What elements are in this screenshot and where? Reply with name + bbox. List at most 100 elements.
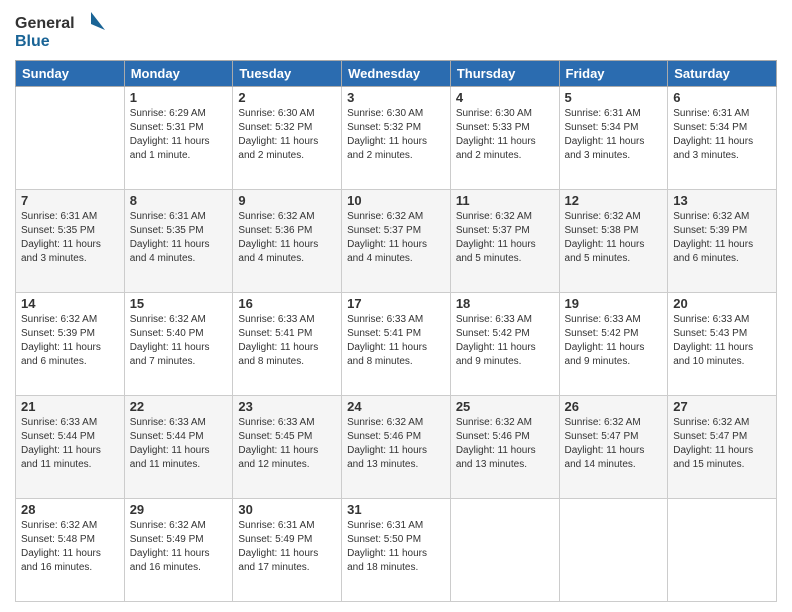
calendar-cell: 21 Sunrise: 6:33 AM Sunset: 5:44 PM Dayli… xyxy=(16,396,125,499)
cell-info: Sunrise: 6:33 AM Sunset: 5:44 PM Dayligh… xyxy=(21,416,119,472)
calendar-cell: 16 Sunrise: 6:33 AM Sunset: 5:41 PM Dayli… xyxy=(233,293,342,396)
svg-text:Blue: Blue xyxy=(15,33,50,50)
day-number: 27 xyxy=(673,399,771,414)
week-row-4: 21 Sunrise: 6:33 AM Sunset: 5:44 PM Dayli… xyxy=(16,396,777,499)
calendar-header-row: SundayMondayTuesdayWednesdayThursdayFrid… xyxy=(16,61,777,87)
calendar-cell: 7 Sunrise: 6:31 AM Sunset: 5:35 PM Daylig… xyxy=(16,190,125,293)
calendar-cell: 19 Sunrise: 6:33 AM Sunset: 5:42 PM Dayli… xyxy=(559,293,668,396)
cell-info: Sunrise: 6:31 AM Sunset: 5:35 PM Dayligh… xyxy=(130,210,228,266)
cell-info: Sunrise: 6:32 AM Sunset: 5:49 PM Dayligh… xyxy=(130,519,228,575)
calendar-cell: 4 Sunrise: 6:30 AM Sunset: 5:33 PM Daylig… xyxy=(450,87,559,190)
day-header-saturday: Saturday xyxy=(668,61,777,87)
calendar-cell: 25Sunrise: 6:32 AM Sunset: 5:46 PM Dayli… xyxy=(450,396,559,499)
calendar-cell: 6 Sunrise: 6:31 AM Sunset: 5:34 PM Daylig… xyxy=(668,87,777,190)
cell-info: Sunrise: 6:33 AM Sunset: 5:44 PM Dayligh… xyxy=(130,416,228,472)
cell-info: Sunrise: 6:31 AM Sunset: 5:34 PM Dayligh… xyxy=(673,107,771,163)
day-number: 26 xyxy=(565,399,663,414)
calendar-cell: 26Sunrise: 6:32 AM Sunset: 5:47 PM Dayli… xyxy=(559,396,668,499)
calendar-cell: 8 Sunrise: 6:31 AM Sunset: 5:35 PM Daylig… xyxy=(124,190,233,293)
calendar-cell: 10Sunrise: 6:32 AM Sunset: 5:37 PM Dayli… xyxy=(342,190,451,293)
calendar-cell: 12 Sunrise: 6:32 AM Sunset: 5:38 PM Dayli… xyxy=(559,190,668,293)
cell-info: Sunrise: 6:32 AM Sunset: 5:46 PM Dayligh… xyxy=(347,416,445,472)
logo: General Blue xyxy=(15,10,105,52)
day-number: 5 xyxy=(565,90,663,105)
cell-info: Sunrise: 6:33 AM Sunset: 5:42 PM Dayligh… xyxy=(565,313,663,369)
calendar-cell xyxy=(450,499,559,602)
week-row-2: 7 Sunrise: 6:31 AM Sunset: 5:35 PM Daylig… xyxy=(16,190,777,293)
day-number: 15 xyxy=(130,296,228,311)
day-header-sunday: Sunday xyxy=(16,61,125,87)
calendar-cell: 23 Sunrise: 6:33 AM Sunset: 5:45 PM Dayli… xyxy=(233,396,342,499)
cell-info: Sunrise: 6:33 AM Sunset: 5:45 PM Dayligh… xyxy=(238,416,336,472)
day-number: 22 xyxy=(130,399,228,414)
cell-info: Sunrise: 6:33 AM Sunset: 5:41 PM Dayligh… xyxy=(238,313,336,369)
day-header-thursday: Thursday xyxy=(450,61,559,87)
calendar-cell: 2 Sunrise: 6:30 AM Sunset: 5:32 PM Daylig… xyxy=(233,87,342,190)
cell-info: Sunrise: 6:30 AM Sunset: 5:33 PM Dayligh… xyxy=(456,107,554,163)
calendar-cell: 30 Sunrise: 6:31 AM Sunset: 5:49 PM Dayli… xyxy=(233,499,342,602)
calendar-cell: 14 Sunrise: 6:32 AM Sunset: 5:39 PM Dayli… xyxy=(16,293,125,396)
cell-info: Sunrise: 6:30 AM Sunset: 5:32 PM Dayligh… xyxy=(347,107,445,163)
cell-info: Sunrise: 6:31 AM Sunset: 5:34 PM Dayligh… xyxy=(565,107,663,163)
cell-info: Sunrise: 6:32 AM Sunset: 5:39 PM Dayligh… xyxy=(673,210,771,266)
cell-info: Sunrise: 6:33 AM Sunset: 5:42 PM Dayligh… xyxy=(456,313,554,369)
page: General Blue SundayMondayTuesdayWednesda… xyxy=(0,0,792,612)
day-number: 4 xyxy=(456,90,554,105)
cell-info: Sunrise: 6:32 AM Sunset: 5:36 PM Dayligh… xyxy=(238,210,336,266)
day-number: 13 xyxy=(673,193,771,208)
header: General Blue xyxy=(15,10,777,52)
calendar-cell: 27 Sunrise: 6:32 AM Sunset: 5:47 PM Dayli… xyxy=(668,396,777,499)
cell-info: Sunrise: 6:32 AM Sunset: 5:40 PM Dayligh… xyxy=(130,313,228,369)
cell-info: Sunrise: 6:32 AM Sunset: 5:47 PM Dayligh… xyxy=(673,416,771,472)
day-number: 25 xyxy=(456,399,554,414)
calendar-cell xyxy=(668,499,777,602)
day-number: 29 xyxy=(130,502,228,517)
calendar-cell: 29 Sunrise: 6:32 AM Sunset: 5:49 PM Dayli… xyxy=(124,499,233,602)
cell-info: Sunrise: 6:32 AM Sunset: 5:37 PM Dayligh… xyxy=(456,210,554,266)
day-number: 7 xyxy=(21,193,119,208)
day-header-friday: Friday xyxy=(559,61,668,87)
cell-info: Sunrise: 6:33 AM Sunset: 5:41 PM Dayligh… xyxy=(347,313,445,369)
week-row-5: 28Sunrise: 6:32 AM Sunset: 5:48 PM Dayli… xyxy=(16,499,777,602)
day-number: 12 xyxy=(565,193,663,208)
week-row-1: 1 Sunrise: 6:29 AM Sunset: 5:31 PM Daylig… xyxy=(16,87,777,190)
day-header-tuesday: Tuesday xyxy=(233,61,342,87)
calendar-cell: 31Sunrise: 6:31 AM Sunset: 5:50 PM Dayli… xyxy=(342,499,451,602)
calendar-cell xyxy=(559,499,668,602)
calendar-cell: 15 Sunrise: 6:32 AM Sunset: 5:40 PM Dayli… xyxy=(124,293,233,396)
day-number: 24 xyxy=(347,399,445,414)
cell-info: Sunrise: 6:30 AM Sunset: 5:32 PM Dayligh… xyxy=(238,107,336,163)
day-number: 14 xyxy=(21,296,119,311)
calendar-cell: 9Sunrise: 6:32 AM Sunset: 5:36 PM Daylig… xyxy=(233,190,342,293)
day-number: 17 xyxy=(347,296,445,311)
day-number: 19 xyxy=(565,296,663,311)
day-number: 2 xyxy=(238,90,336,105)
calendar-cell: 11 Sunrise: 6:32 AM Sunset: 5:37 PM Dayli… xyxy=(450,190,559,293)
calendar-cell: 28Sunrise: 6:32 AM Sunset: 5:48 PM Dayli… xyxy=(16,499,125,602)
cell-info: Sunrise: 6:32 AM Sunset: 5:38 PM Dayligh… xyxy=(565,210,663,266)
calendar-cell: 22 Sunrise: 6:33 AM Sunset: 5:44 PM Dayli… xyxy=(124,396,233,499)
day-number: 8 xyxy=(130,193,228,208)
calendar-table: SundayMondayTuesdayWednesdayThursdayFrid… xyxy=(15,60,777,602)
day-number: 21 xyxy=(21,399,119,414)
cell-info: Sunrise: 6:31 AM Sunset: 5:49 PM Dayligh… xyxy=(238,519,336,575)
day-header-monday: Monday xyxy=(124,61,233,87)
cell-info: Sunrise: 6:33 AM Sunset: 5:43 PM Dayligh… xyxy=(673,313,771,369)
logo-svg: General Blue xyxy=(15,10,105,52)
cell-info: Sunrise: 6:32 AM Sunset: 5:39 PM Dayligh… xyxy=(21,313,119,369)
calendar-cell: 1 Sunrise: 6:29 AM Sunset: 5:31 PM Daylig… xyxy=(124,87,233,190)
day-number: 31 xyxy=(347,502,445,517)
calendar-cell: 5 Sunrise: 6:31 AM Sunset: 5:34 PM Daylig… xyxy=(559,87,668,190)
day-number: 6 xyxy=(673,90,771,105)
cell-info: Sunrise: 6:32 AM Sunset: 5:48 PM Dayligh… xyxy=(21,519,119,575)
calendar-cell: 13 Sunrise: 6:32 AM Sunset: 5:39 PM Dayli… xyxy=(668,190,777,293)
day-number: 20 xyxy=(673,296,771,311)
day-number: 30 xyxy=(238,502,336,517)
day-number: 1 xyxy=(130,90,228,105)
calendar-cell: 17 Sunrise: 6:33 AM Sunset: 5:41 PM Dayli… xyxy=(342,293,451,396)
day-number: 11 xyxy=(456,193,554,208)
cell-info: Sunrise: 6:31 AM Sunset: 5:35 PM Dayligh… xyxy=(21,210,119,266)
day-number: 23 xyxy=(238,399,336,414)
cell-info: Sunrise: 6:29 AM Sunset: 5:31 PM Dayligh… xyxy=(130,107,228,163)
day-number: 16 xyxy=(238,296,336,311)
